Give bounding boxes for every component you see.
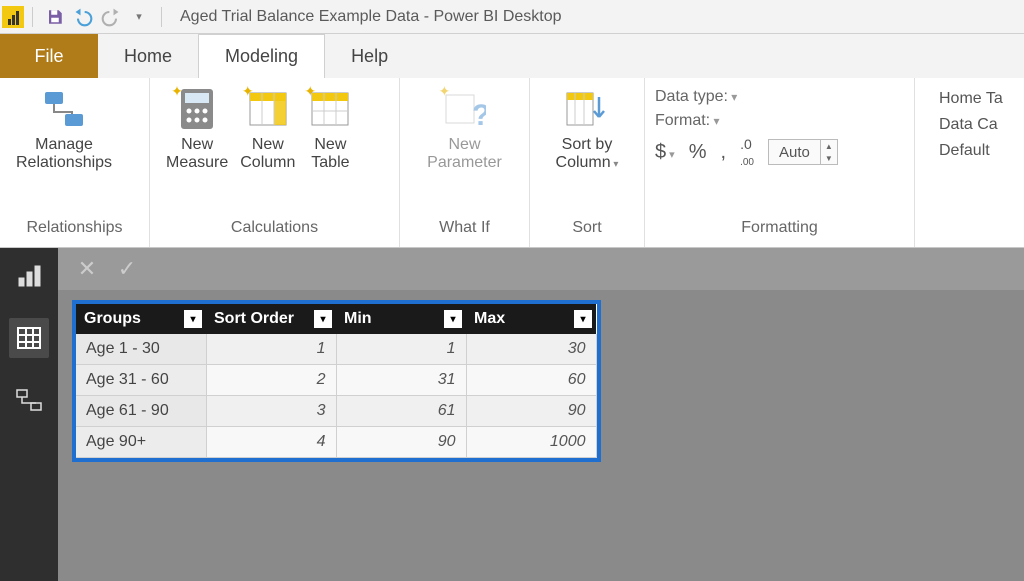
parameter-icon: ✦ ? bbox=[441, 86, 487, 132]
undo-button[interactable] bbox=[69, 3, 97, 31]
cell[interactable]: Age 90+ bbox=[76, 427, 206, 458]
tab-modeling[interactable]: Modeling bbox=[198, 34, 325, 78]
data-category-label: Data Ca bbox=[939, 116, 1003, 134]
filter-dropdown-icon[interactable]: ▾ bbox=[314, 310, 332, 328]
decimal-places-stepper[interactable]: Auto ▲▼ bbox=[768, 139, 838, 165]
view-rail bbox=[0, 248, 58, 581]
cell[interactable]: 90 bbox=[336, 427, 466, 458]
ribbon-tabstrip: File Home Modeling Help bbox=[0, 34, 1024, 78]
format-dropdown[interactable]: Format: bbox=[655, 112, 719, 130]
svg-text:?: ? bbox=[472, 99, 486, 131]
formula-input[interactable] bbox=[152, 248, 1024, 290]
decimal-icon: .0.00 bbox=[740, 136, 754, 168]
tab-file[interactable]: File bbox=[0, 34, 98, 78]
formula-bar: ✕ ✓ bbox=[58, 248, 1024, 290]
new-column-button[interactable]: ✦ New Column bbox=[234, 84, 301, 175]
undo-icon bbox=[73, 7, 93, 27]
table-row[interactable]: Age 90+4901000 bbox=[76, 427, 596, 458]
tab-home[interactable]: Home bbox=[98, 34, 198, 78]
percent-button[interactable]: % bbox=[689, 141, 707, 164]
group-relationships-label: Relationships bbox=[0, 219, 149, 247]
home-table-label: Home Ta bbox=[939, 90, 1003, 108]
cell[interactable]: 90 bbox=[466, 396, 596, 427]
cell[interactable]: 1000 bbox=[466, 427, 596, 458]
thousands-button[interactable]: , bbox=[721, 141, 727, 164]
cell[interactable]: Age 61 - 90 bbox=[76, 396, 206, 427]
new-parameter-button: ✦ ? New Parameter bbox=[421, 84, 508, 175]
filter-dropdown-icon[interactable]: ▾ bbox=[444, 310, 462, 328]
cell[interactable]: 2 bbox=[206, 365, 336, 396]
data-type-dropdown[interactable]: Data type: bbox=[655, 88, 737, 106]
powerbi-logo-icon bbox=[2, 6, 24, 28]
table-row[interactable]: Age 31 - 6023160 bbox=[76, 365, 596, 396]
sort-icon bbox=[564, 86, 610, 132]
ribbon: Manage Relationships Relationships ✦ New… bbox=[0, 78, 1024, 248]
model-icon bbox=[15, 386, 43, 414]
redo-button[interactable] bbox=[97, 3, 125, 31]
cell[interactable]: 30 bbox=[466, 334, 596, 365]
cell[interactable]: 61 bbox=[336, 396, 466, 427]
currency-button[interactable]: $ ▾ bbox=[655, 141, 675, 164]
formula-accept-button[interactable]: ✓ bbox=[112, 254, 142, 284]
group-whatif-label: What If bbox=[400, 219, 529, 247]
new-measure-button[interactable]: ✦ New Measure bbox=[160, 84, 234, 175]
default-summarization-label: Default bbox=[939, 142, 1003, 160]
save-button[interactable] bbox=[41, 3, 69, 31]
canvas: ✕ ✓ Groups▾Sort Order▾Min▾Max▾ Age 1 - 3… bbox=[58, 248, 1024, 581]
cell[interactable]: 1 bbox=[336, 334, 466, 365]
redo-icon bbox=[101, 7, 121, 27]
cell[interactable]: 4 bbox=[206, 427, 336, 458]
qat-customize-button[interactable]: ▾ bbox=[125, 3, 153, 31]
model-view-button[interactable] bbox=[9, 380, 49, 420]
cell[interactable]: 1 bbox=[206, 334, 336, 365]
group-calculations-label: Calculations bbox=[150, 219, 399, 247]
window-title: Aged Trial Balance Example Data - Power … bbox=[180, 8, 562, 26]
report-view-button[interactable] bbox=[9, 256, 49, 296]
group-sort-label: Sort bbox=[530, 219, 644, 247]
cell[interactable]: 31 bbox=[336, 365, 466, 396]
formula-cancel-button[interactable]: ✕ bbox=[72, 254, 102, 284]
title-bar: ▾ Aged Trial Balance Example Data - Powe… bbox=[0, 0, 1024, 34]
new-table-button[interactable]: ✦ New Table bbox=[301, 84, 359, 175]
column-header[interactable]: Min▾ bbox=[336, 304, 466, 334]
cell[interactable]: 60 bbox=[466, 365, 596, 396]
new-table-icon: ✦ bbox=[307, 86, 353, 132]
new-column-icon: ✦ bbox=[245, 86, 291, 132]
sort-by-column-button[interactable]: Sort by Column ▾ bbox=[550, 84, 625, 175]
data-view-button[interactable] bbox=[9, 318, 49, 358]
group-formatting-label: Formatting bbox=[645, 219, 914, 247]
cell[interactable]: Age 1 - 30 bbox=[76, 334, 206, 365]
table-icon bbox=[15, 324, 43, 352]
column-header[interactable]: Sort Order▾ bbox=[206, 304, 336, 334]
table-row[interactable]: Age 1 - 301130 bbox=[76, 334, 596, 365]
data-table: Groups▾Sort Order▾Min▾Max▾ Age 1 - 30113… bbox=[72, 300, 601, 462]
cell[interactable]: 3 bbox=[206, 396, 336, 427]
bar-chart-icon bbox=[15, 262, 43, 290]
manage-relationships-button[interactable]: Manage Relationships bbox=[10, 84, 118, 175]
column-header[interactable]: Groups▾ bbox=[76, 304, 206, 334]
chevron-down-icon[interactable]: ▼ bbox=[821, 152, 837, 164]
calculator-icon: ✦ bbox=[174, 86, 220, 132]
tab-help[interactable]: Help bbox=[325, 34, 414, 78]
relationships-icon bbox=[41, 86, 87, 132]
table-row[interactable]: Age 61 - 9036190 bbox=[76, 396, 596, 427]
filter-dropdown-icon[interactable]: ▾ bbox=[184, 310, 202, 328]
chevron-up-icon[interactable]: ▲ bbox=[821, 140, 837, 152]
save-icon bbox=[46, 8, 64, 26]
filter-dropdown-icon[interactable]: ▾ bbox=[574, 310, 592, 328]
column-header[interactable]: Max▾ bbox=[466, 304, 596, 334]
cell[interactable]: Age 31 - 60 bbox=[76, 365, 206, 396]
